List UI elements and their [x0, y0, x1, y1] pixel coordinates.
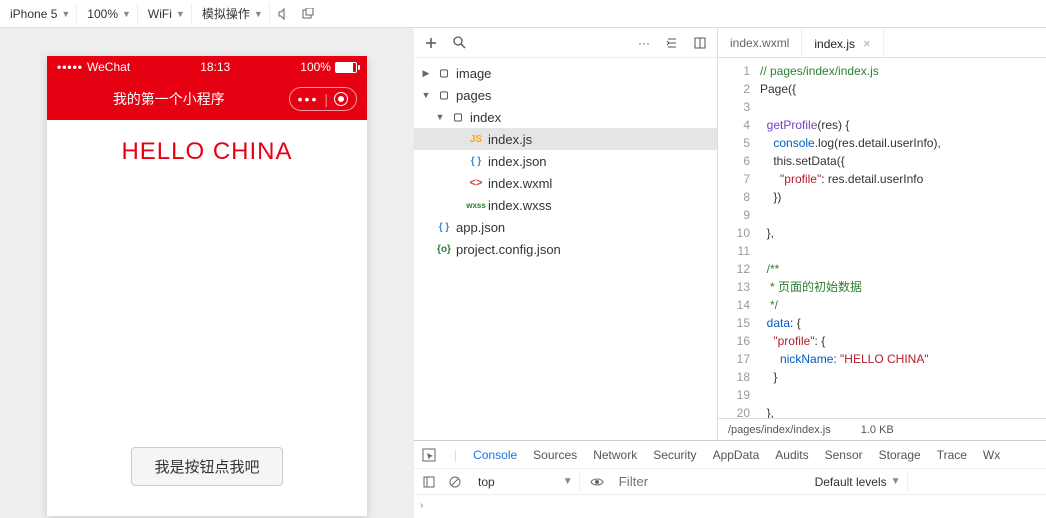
simulator-toolbar: iPhone 5 ▼ 100% ▼ WiFi ▼ 模拟操作 ▼: [0, 0, 1046, 28]
close-icon[interactable]: ×: [863, 36, 871, 51]
phone-page: HELLO CHINA 我是按钮点我吧: [47, 120, 367, 516]
chevron-down-icon: ▼: [563, 476, 573, 487]
chevron-down-icon: ▼: [61, 9, 70, 19]
console-toolbar: top ▼ Default levels ▼: [414, 469, 1046, 495]
file-path: /pages/index/index.js: [728, 424, 831, 436]
js-file-icon: JS: [468, 131, 484, 147]
file-size: 1.0 KB: [861, 424, 894, 436]
tab-appdata[interactable]: AppData: [713, 448, 760, 462]
tab-storage[interactable]: Storage: [879, 448, 921, 462]
simulator-pane: ••••• WeChat 18:13 100% 我的第一个小程序 ••• | H…: [0, 28, 414, 518]
context-selector[interactable]: top ▼: [472, 472, 580, 492]
signal-icon: •••••: [57, 60, 83, 74]
code-area[interactable]: 123456789101112131415161718192021 // pag…: [718, 58, 1046, 418]
network-selector[interactable]: WiFi ▼: [142, 3, 192, 25]
device-label: iPhone 5: [10, 7, 57, 21]
tree-file-project-config[interactable]: {o}project.config.json: [414, 238, 717, 260]
line-gutter: 123456789101112131415161718192021: [718, 58, 760, 418]
tab-sensor[interactable]: Sensor: [825, 448, 863, 462]
levels-selector[interactable]: Default levels ▼: [809, 472, 908, 492]
folder-open-icon: ▢: [450, 109, 466, 125]
json-file-icon: { }: [436, 219, 452, 235]
phone-status-bar: ••••• WeChat 18:13 100%: [47, 56, 367, 78]
sidebar-toggle-icon[interactable]: [420, 473, 438, 491]
time-label: 18:13: [200, 60, 230, 74]
carrier-label: WeChat: [87, 60, 130, 74]
devtools-panel: | Console Sources Network Security AppDa…: [414, 440, 1046, 518]
eye-icon[interactable]: [588, 473, 606, 491]
mock-selector[interactable]: 模拟操作 ▼: [196, 3, 270, 25]
search-icon[interactable]: [450, 34, 468, 52]
tab-index-js[interactable]: index.js×: [802, 28, 883, 57]
file-explorer: ··· ▶▢image ▼▢pages ▼▢index JSindex.js {…: [414, 28, 718, 440]
file-tree: ▶▢image ▼▢pages ▼▢index JSindex.js { }in…: [414, 58, 717, 264]
more-icon[interactable]: ···: [635, 34, 653, 52]
chevron-down-icon: ▼: [891, 476, 901, 487]
detach-icon[interactable]: [298, 4, 318, 24]
tree-file-index-wxss[interactable]: wxssindex.wxss: [414, 194, 717, 216]
tree-file-index-wxml[interactable]: <>index.wxml: [414, 172, 717, 194]
indent-icon[interactable]: [663, 34, 681, 52]
explorer-toolbar: ···: [414, 28, 717, 58]
demo-button[interactable]: 我是按钮点我吧: [131, 447, 282, 486]
tab-security[interactable]: Security: [653, 448, 696, 462]
hello-text: HELLO CHINA: [121, 138, 292, 166]
chevron-right-icon: ›: [420, 500, 423, 511]
filter-input[interactable]: [614, 473, 801, 491]
code-editor: index.wxml index.js× 1234567891011121314…: [718, 28, 1046, 440]
wxml-file-icon: <>: [468, 175, 484, 191]
network-label: WiFi: [148, 7, 172, 21]
device-selector[interactable]: iPhone 5 ▼: [4, 3, 77, 25]
tree-folder-pages[interactable]: ▼▢pages: [414, 84, 717, 106]
more-icon: •••: [298, 92, 319, 106]
battery-icon: [335, 62, 357, 73]
mute-icon[interactable]: [274, 4, 294, 24]
chevron-down-icon: ▼: [254, 9, 263, 19]
target-icon: [334, 92, 348, 106]
wxss-file-icon: wxss: [468, 197, 484, 213]
inspect-icon[interactable]: [420, 446, 438, 464]
tree-file-app-json[interactable]: { }app.json: [414, 216, 717, 238]
config-file-icon: {o}: [436, 241, 452, 257]
phone-nav-bar: 我的第一个小程序 ••• |: [47, 78, 367, 120]
folder-icon: ▢: [436, 65, 452, 81]
capsule-button[interactable]: ••• |: [289, 87, 357, 111]
tab-network[interactable]: Network: [593, 448, 637, 462]
tree-file-index-json[interactable]: { }index.json: [414, 150, 717, 172]
tab-index-wxml[interactable]: index.wxml: [718, 28, 802, 57]
editor-tabs: index.wxml index.js×: [718, 28, 1046, 58]
devtools-tabs: | Console Sources Network Security AppDa…: [414, 441, 1046, 469]
console-prompt[interactable]: ›: [414, 495, 1046, 515]
editor-status-bar: /pages/index/index.js 1.0 KB: [718, 418, 1046, 440]
split-icon[interactable]: [691, 34, 709, 52]
phone-frame: ••••• WeChat 18:13 100% 我的第一个小程序 ••• | H…: [47, 56, 367, 516]
add-file-icon[interactable]: [422, 34, 440, 52]
tab-sources[interactable]: Sources: [533, 448, 577, 462]
zoom-label: 100%: [87, 7, 118, 21]
chevron-down-icon: ▼: [176, 9, 185, 19]
tree-file-index-js[interactable]: JSindex.js: [414, 128, 717, 150]
nav-title: 我的第一个小程序: [57, 89, 281, 109]
mock-label: 模拟操作: [202, 5, 250, 22]
folder-open-icon: ▢: [436, 87, 452, 103]
zoom-selector[interactable]: 100% ▼: [81, 3, 138, 25]
tab-trace[interactable]: Trace: [937, 448, 967, 462]
chevron-down-icon: ▼: [122, 9, 131, 19]
clear-icon[interactable]: [446, 473, 464, 491]
tab-audits[interactable]: Audits: [775, 448, 808, 462]
battery-label: 100%: [300, 60, 331, 74]
tab-wx[interactable]: Wx: [983, 448, 1000, 462]
tab-console[interactable]: Console: [473, 448, 517, 462]
tree-folder-index[interactable]: ▼▢index: [414, 106, 717, 128]
tree-folder-image[interactable]: ▶▢image: [414, 62, 717, 84]
json-file-icon: { }: [468, 153, 484, 169]
code-content: // pages/index/index.js Page({ getProfil…: [760, 58, 1046, 418]
